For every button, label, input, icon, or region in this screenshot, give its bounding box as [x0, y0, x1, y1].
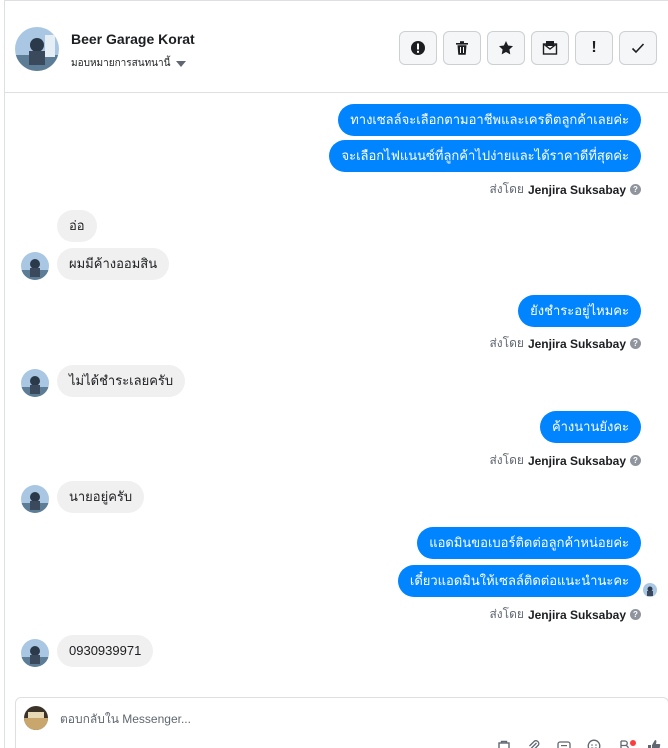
catalog-button[interactable]	[496, 738, 512, 748]
inbox-conversation-panel: Beer Garage Korat มอบหมายการสนทนานี้ ! ท…	[4, 0, 668, 748]
like-button[interactable]	[646, 738, 662, 748]
contact-avatar-small	[21, 639, 49, 667]
alert-circle-icon	[411, 41, 425, 55]
incoming-message[interactable]: ไม่ได้ชำระเลยครับ	[57, 365, 186, 397]
incoming-message[interactable]: อ่อ	[57, 210, 97, 242]
assign-conversation-dropdown[interactable]: มอบหมายการสนทนานี้	[71, 56, 187, 71]
sent-by-label: ส่งโดย Jenjira Suksabay ?	[489, 334, 641, 353]
question-icon[interactable]: ?	[630, 184, 641, 195]
sent-by-agent[interactable]: Jenjira Suksabay	[528, 454, 626, 468]
gif-icon	[557, 741, 571, 748]
question-icon[interactable]: ?	[630, 455, 641, 466]
gif-button[interactable]	[556, 738, 572, 748]
baht-icon	[620, 740, 629, 748]
message-thread[interactable]: ทางเซลล์จะเลือกตามอาชีพและเครดิตลูกค้าเล…	[5, 94, 668, 694]
contact-avatar[interactable]	[15, 27, 59, 71]
incoming-message[interactable]: 0930939971	[57, 635, 154, 667]
seen-indicator-avatar	[643, 583, 657, 597]
mark-done-button[interactable]	[619, 31, 657, 65]
reply-input[interactable]	[60, 708, 620, 730]
contact-name[interactable]: Beer Garage Korat	[71, 31, 195, 47]
trash-icon	[456, 41, 468, 55]
incoming-message[interactable]: ผมมีค้างออมสิน	[57, 248, 170, 280]
sent-by-label: ส่งโดย Jenjira Suksabay ?	[489, 180, 641, 199]
contact-avatar-small	[21, 252, 49, 280]
bag-icon	[498, 740, 510, 748]
sent-by-label: ส่งโดย Jenjira Suksabay ?	[489, 605, 641, 624]
exclamation-icon: !	[591, 39, 597, 56]
outgoing-message[interactable]: ทางเซลล์จะเลือกตามอาชีพและเครดิตลูกค้าเล…	[338, 104, 641, 136]
question-icon[interactable]: ?	[630, 338, 641, 349]
attach-button[interactable]	[526, 738, 542, 748]
conversation-header: Beer Garage Korat มอบหมายการสนทนานี้ !	[5, 1, 668, 93]
outgoing-message[interactable]: ยังชำระอยู่ไหมคะ	[518, 295, 641, 327]
smiley-icon	[587, 739, 601, 748]
conversation-actions: !	[399, 31, 657, 65]
incoming-message[interactable]: นายอยู่ครับ	[57, 481, 145, 513]
follow-up-button[interactable]: !	[575, 31, 613, 65]
sent-by-prefix: ส่งโดย	[489, 336, 524, 350]
emoji-button[interactable]	[586, 738, 602, 748]
mark-unread-button[interactable]	[531, 31, 569, 65]
sent-by-agent[interactable]: Jenjira Suksabay	[528, 337, 626, 351]
composer-toolbar	[496, 738, 662, 748]
sent-by-agent[interactable]: Jenjira Suksabay	[528, 183, 626, 197]
sent-by-prefix: ส่งโดย	[489, 453, 524, 467]
page-avatar	[24, 706, 48, 730]
star-icon	[499, 41, 513, 55]
envelope-icon	[542, 41, 558, 55]
caret-down-icon	[176, 60, 187, 67]
outgoing-message[interactable]: เดี๋ยวแอดมินให้เซลล์ติดต่อแนะนำนะคะ	[397, 565, 641, 597]
sent-by-agent[interactable]: Jenjira Suksabay	[528, 608, 626, 622]
outgoing-message[interactable]: ค้างนานยังคะ	[539, 411, 641, 443]
question-icon[interactable]: ?	[630, 609, 641, 620]
notification-dot	[630, 740, 636, 746]
report-spam-button[interactable]	[399, 31, 437, 65]
outgoing-message[interactable]: จะเลือกไฟแนนซ์ที่ลูกค้าไปง่ายและได้ราคาด…	[329, 140, 641, 172]
thumbs-up-icon	[648, 740, 661, 748]
check-icon	[631, 43, 645, 54]
reply-composer	[15, 697, 668, 748]
paperclip-icon	[529, 740, 540, 748]
contact-avatar-small	[21, 369, 49, 397]
sent-by-prefix: ส่งโดย	[489, 607, 524, 621]
assign-conversation-label: มอบหมายการสนทนานี้	[71, 58, 171, 69]
outgoing-message[interactable]: แอดมินขอเบอร์ติดต่อลูกค้าหน่อยค่ะ	[417, 527, 641, 559]
contact-avatar-small	[21, 485, 49, 513]
sent-by-label: ส่งโดย Jenjira Suksabay ?	[489, 451, 641, 470]
sent-by-prefix: ส่งโดย	[489, 182, 524, 196]
delete-button[interactable]	[443, 31, 481, 65]
star-button[interactable]	[487, 31, 525, 65]
